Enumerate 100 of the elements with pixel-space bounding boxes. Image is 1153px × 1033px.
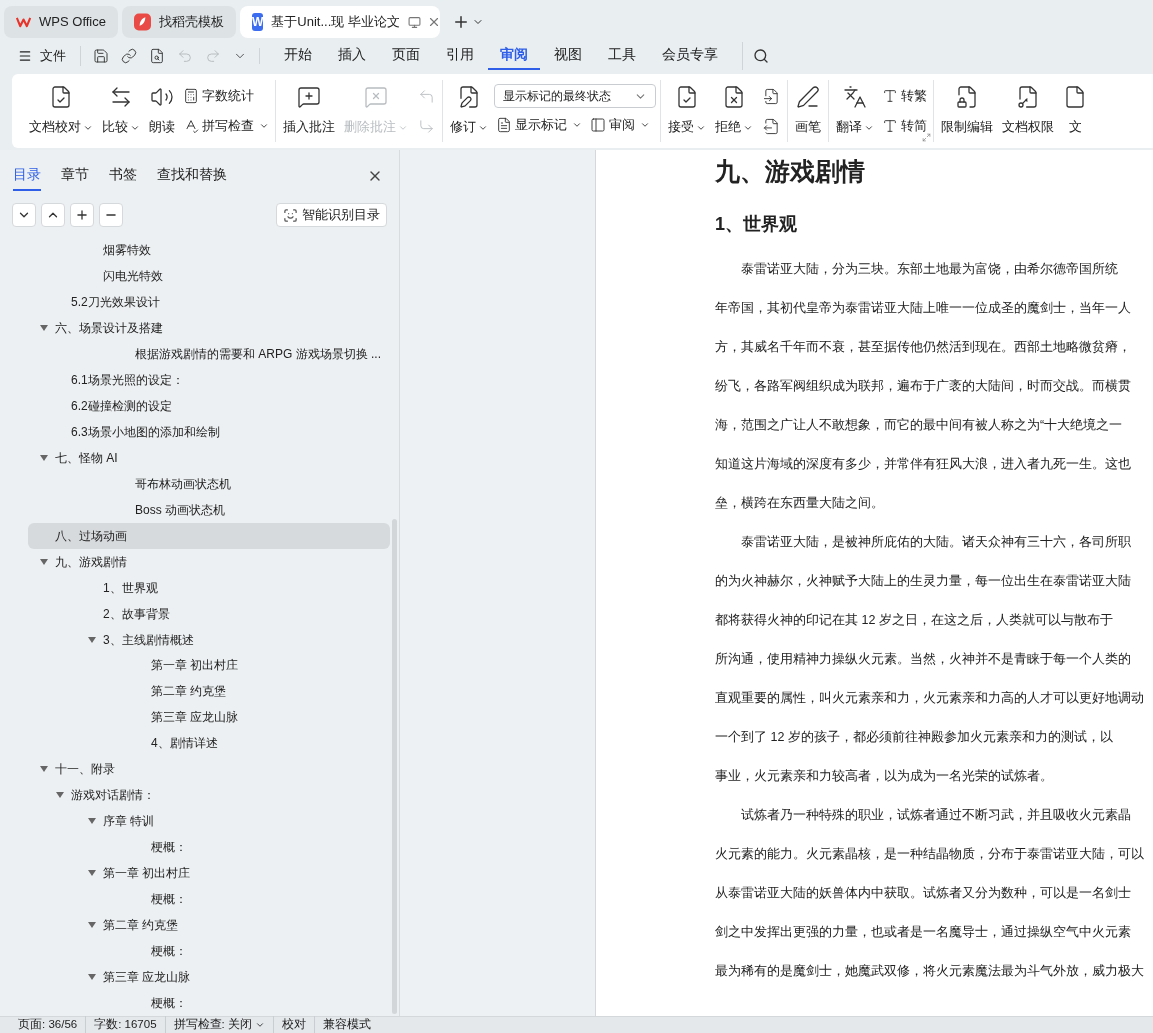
- ribbon-button[interactable]: 文档校对: [26, 81, 96, 141]
- ribbon-button[interactable]: 文: [1060, 81, 1090, 141]
- quick-access-button[interactable]: [149, 48, 165, 64]
- window-tab[interactable]: WPS Office: [4, 6, 118, 38]
- outline-item[interactable]: 4、剧情详述: [28, 730, 390, 757]
- sidebar-tab[interactable]: 查找和替换: [157, 160, 227, 191]
- ribbon-button[interactable]: 转繁: [880, 83, 929, 109]
- outline-item[interactable]: 第一章 初出村庄: [28, 652, 390, 679]
- scrollbar-thumb[interactable]: [392, 519, 397, 1014]
- new-tab-icon[interactable]: [452, 13, 470, 31]
- triangle-icon[interactable]: [40, 323, 48, 332]
- comment-plus-icon: [297, 85, 321, 109]
- ribbon-tab[interactable]: 审阅: [488, 42, 540, 70]
- outline-item[interactable]: 六、场景设计及搭建: [28, 314, 390, 341]
- outline-item[interactable]: 第一章 初出村庄: [28, 860, 390, 887]
- status-item[interactable]: 兼容模式: [313, 1016, 379, 1033]
- outline-item[interactable]: 6.2碰撞检测的设定: [28, 392, 390, 419]
- collapse-all-button[interactable]: [41, 203, 65, 227]
- ribbon-button[interactable]: 字数统计: [181, 83, 256, 109]
- outline-item[interactable]: 6.3场景小地图的添加和绘制: [28, 418, 390, 445]
- triangle-icon[interactable]: [88, 869, 96, 878]
- ribbon-button[interactable]: 画笔: [792, 81, 824, 141]
- outline-item[interactable]: 第三章 应龙山脉: [28, 964, 390, 991]
- outline-item[interactable]: 八、过场动画: [28, 522, 390, 549]
- outline-item[interactable]: 游戏对话剧情：: [28, 782, 390, 809]
- paragraph-line: 所沟通，使用精神力操纵火元素。当然，火神并不是青睐于每一个人类的: [715, 651, 1131, 669]
- ribbon-button[interactable]: 转简: [880, 113, 929, 139]
- ribbon-tab[interactable]: 开始: [272, 42, 324, 70]
- launcher-icon[interactable]: [922, 133, 931, 142]
- document-check-icon: [675, 85, 699, 109]
- ribbon-button[interactable]: 显示标记: [494, 112, 584, 138]
- markup-select[interactable]: 显示标记的最终状态: [494, 84, 656, 108]
- triangle-icon[interactable]: [88, 817, 96, 826]
- outline-item[interactable]: 6.1场景光照的设定：: [28, 366, 390, 393]
- expand-all-button[interactable]: [12, 203, 36, 227]
- pen-icon: [796, 85, 820, 109]
- triangle-icon[interactable]: [40, 453, 48, 462]
- status-item[interactable]: 字数: 16705: [85, 1016, 165, 1033]
- triangle-icon[interactable]: [88, 921, 96, 930]
- ribbon-tab[interactable]: 工具: [596, 42, 648, 70]
- status-item[interactable]: 校对: [272, 1016, 314, 1033]
- outline-item[interactable]: 1、世界观: [28, 574, 390, 601]
- outline-item[interactable]: 七、怪物 AI: [28, 444, 390, 471]
- search-icon[interactable]: [753, 48, 769, 64]
- triangle-icon[interactable]: [56, 791, 64, 800]
- outline-item[interactable]: 哥布林动画状态机: [28, 470, 390, 497]
- triangle-icon[interactable]: [88, 635, 96, 644]
- sidebar-tab[interactable]: 目录: [13, 160, 41, 191]
- remove-heading-button[interactable]: [99, 203, 123, 227]
- ribbon-button[interactable]: 限制编辑: [938, 81, 996, 141]
- ribbon-tab[interactable]: 视图: [542, 42, 594, 70]
- paragraph-line: 试炼者乃一种特殊的职业，试炼者通过不断习武，并且吸收火元素晶: [740, 807, 1131, 825]
- outline-item[interactable]: 第二章 约克堡: [28, 912, 390, 939]
- outline-item[interactable]: 九、游戏剧情: [28, 548, 390, 575]
- window-tab[interactable]: W 基于Unit...现 毕业论文: [240, 6, 440, 38]
- ribbon-button[interactable]: 比较: [99, 81, 143, 141]
- ribbon-tab[interactable]: 插入: [326, 42, 378, 70]
- outline-item[interactable]: 闪电光特效: [28, 262, 390, 289]
- ribbon-button[interactable]: 拒绝: [712, 81, 756, 141]
- triangle-icon[interactable]: [40, 765, 48, 774]
- ribbon-button[interactable]: 朗读: [146, 81, 178, 141]
- monitor-icon[interactable]: [407, 15, 421, 29]
- outline-item[interactable]: 第二章 约克堡: [28, 678, 390, 705]
- ribbon-button[interactable]: 文档权限: [999, 81, 1057, 141]
- file-menu[interactable]: 文件: [18, 46, 81, 66]
- outline-item[interactable]: 梗概：: [28, 834, 390, 861]
- smart-toc-button[interactable]: 智能识别目录: [276, 203, 387, 227]
- triangle-icon[interactable]: [40, 557, 48, 566]
- outline-item[interactable]: 梗概：: [28, 990, 390, 1017]
- outline-item[interactable]: 根据游戏剧情的需要和 ARPG 游戏场景切换 ...: [28, 340, 390, 367]
- window-tab[interactable]: 找稻壳模板: [122, 6, 236, 38]
- quick-access-button[interactable]: [93, 48, 109, 64]
- outline-item[interactable]: 梗概：: [28, 938, 390, 965]
- sidebar-tab[interactable]: 章节: [61, 160, 89, 191]
- outline-item[interactable]: 梗概：: [28, 886, 390, 913]
- outline-item[interactable]: 十一、附录: [28, 756, 390, 783]
- triangle-icon[interactable]: [88, 973, 96, 982]
- ribbon-tab[interactable]: 会员专享: [650, 42, 730, 70]
- ribbon-tab[interactable]: 引用: [434, 42, 486, 70]
- status-item[interactable]: 拼写检查: 关闭: [164, 1016, 273, 1033]
- outline-item[interactable]: 烟雾特效: [28, 237, 390, 263]
- ribbon-button[interactable]: 拼写检查: [181, 113, 271, 139]
- ribbon-button[interactable]: 插入批注: [280, 81, 338, 141]
- add-heading-button[interactable]: [70, 203, 94, 227]
- outline-item[interactable]: 第三章 应龙山脉: [28, 704, 390, 731]
- ribbon-button[interactable]: 翻译: [833, 81, 877, 141]
- ribbon-button[interactable]: 接受: [665, 81, 709, 141]
- outline-item[interactable]: 2、故事背景: [28, 600, 390, 627]
- quick-access-button[interactable]: [121, 48, 137, 64]
- sidebar-tab[interactable]: 书签: [109, 160, 137, 191]
- ribbon-button[interactable]: 审阅: [588, 112, 652, 138]
- outline-item[interactable]: 3、主线剧情概述: [28, 626, 390, 653]
- status-item[interactable]: 页面: 36/56: [10, 1016, 86, 1033]
- outline-item[interactable]: Boss 动画状态机: [28, 496, 390, 523]
- outline-item[interactable]: 序章 特训: [28, 808, 390, 835]
- smart-scan-icon: [283, 207, 298, 223]
- ribbon-tab[interactable]: 页面: [380, 42, 432, 70]
- paragraph-line: 火元素的能力。火元素晶核，是一种结晶物质，分布于泰雷诺亚大陆，可以: [715, 846, 1144, 864]
- outline-item[interactable]: 5.2刀光效果设计: [28, 288, 390, 315]
- ribbon-button[interactable]: 修订: [447, 81, 491, 141]
